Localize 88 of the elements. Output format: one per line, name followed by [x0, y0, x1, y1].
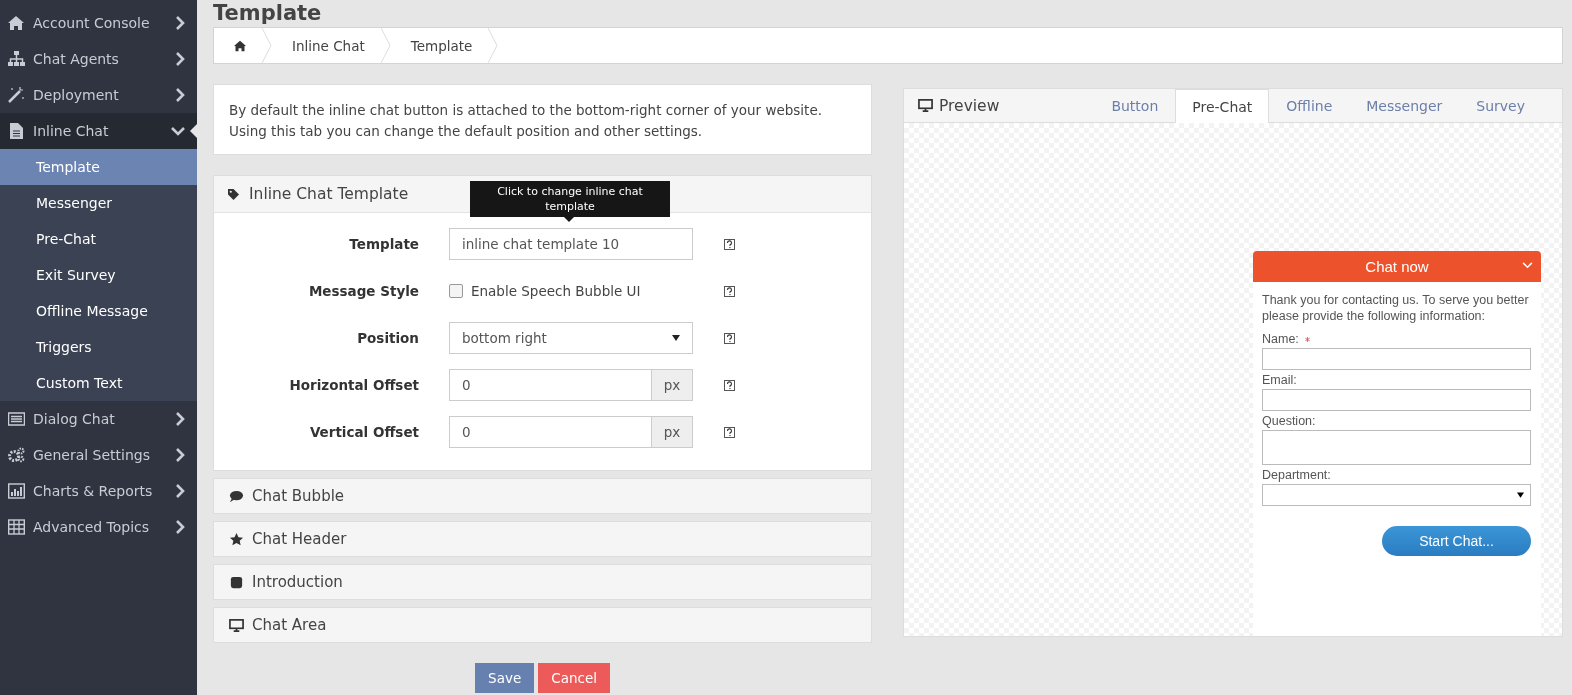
field-label: Name: [1262, 332, 1299, 346]
page-title: Template [213, 0, 323, 26]
preview-tab[interactable]: Messenger [1349, 89, 1460, 122]
table-icon [8, 519, 25, 535]
breadcrumb-link[interactable]: Inline Chat [272, 28, 381, 63]
panel-title: Preview [939, 96, 1000, 115]
sidebar-item[interactable]: Charts & Reports [0, 473, 197, 509]
text-field[interactable] [1262, 389, 1531, 411]
breadcrumb-link[interactable]: Template [390, 28, 489, 63]
field-label: Message Style [307, 283, 419, 299]
preview-tab[interactable]: Pre-Chat [1175, 89, 1270, 123]
panel-title: Inline Chat Template [249, 185, 409, 203]
active-pointer-icon [190, 124, 197, 138]
home-icon [8, 15, 25, 31]
square-icon [229, 574, 244, 590]
help-icon[interactable] [724, 379, 735, 391]
sidebar-item[interactable]: Chat Agents [0, 41, 197, 77]
field-label: Position [356, 330, 419, 346]
question-field[interactable] [1262, 430, 1531, 465]
dropdown-arrow-icon [672, 335, 680, 341]
chevron-right-icon [175, 52, 185, 66]
magic-wand-icon [8, 87, 25, 103]
submenu-item[interactable]: Messenger [0, 185, 197, 221]
submenu-item[interactable]: Custom Text [0, 365, 197, 401]
field-label: Email: [1262, 373, 1297, 387]
description-text: By default the inline chat button is attached to the bottom-right corner of your website. Using this tab you can change the default position and other settings. [213, 84, 872, 155]
start-chat-button[interactable]: Start Chat... [1382, 526, 1531, 556]
chevron-right-icon [175, 520, 185, 534]
document-icon [8, 123, 25, 139]
help-icon[interactable] [724, 285, 735, 297]
field-label: Question: [1262, 414, 1316, 428]
template-field[interactable]: inline chat template 10 [449, 228, 693, 260]
submenu-item[interactable]: Pre-Chat [0, 221, 197, 257]
intro-text: Thank you for contacting us. To serve you better please provide the following information: [1262, 292, 1530, 324]
field-label: Horizontal Offset [288, 377, 419, 393]
help-icon[interactable] [724, 426, 735, 438]
accordion-header[interactable]: Introduction [213, 564, 872, 600]
chevron-right-icon [175, 484, 185, 498]
field-label: Template [348, 236, 419, 252]
bar-chart-icon [8, 483, 25, 499]
sidebar-item[interactable]: Advanced Topics [0, 509, 197, 545]
sidebar-item[interactable]: Deployment [0, 77, 197, 113]
help-icon[interactable] [724, 238, 735, 250]
accordion-header[interactable]: Chat Bubble [213, 478, 872, 514]
list-icon [8, 411, 25, 427]
checkbox[interactable] [449, 284, 463, 298]
monitor-icon [229, 617, 244, 633]
offset-field[interactable]: 0 [449, 369, 651, 401]
speech-bubble-icon [229, 488, 244, 504]
chevron-right-icon [175, 88, 185, 102]
help-icon[interactable] [724, 332, 735, 344]
star-icon [229, 531, 244, 547]
sidebar-item[interactable]: Inline Chat [0, 113, 197, 149]
chat-header[interactable]: Chat now [1253, 251, 1541, 282]
field-label: Department: [1262, 468, 1331, 482]
chevron-right-icon [175, 448, 185, 462]
accordion-header[interactable]: Chat Area [213, 607, 872, 643]
submenu-item[interactable]: Offline Message [0, 293, 197, 329]
chevron-right-icon [175, 412, 185, 426]
tooltip-arrow-icon [564, 217, 574, 222]
sidebar-item[interactable]: Account Console [0, 5, 197, 41]
submenu-item[interactable]: Template [0, 149, 197, 185]
tooltip: Click to change inline chat template [470, 181, 670, 217]
field-label: Vertical Offset [308, 424, 419, 440]
checkbox-label[interactable]: Enable Speech Bubble UI [471, 283, 641, 299]
home-icon [234, 39, 246, 52]
submenu-item[interactable]: Triggers [0, 329, 197, 365]
preview-tab[interactable]: Survey [1459, 89, 1542, 122]
required-asterisk-icon [1304, 337, 1310, 342]
submenu-item[interactable]: Exit Survey [0, 257, 197, 293]
sidebar-item[interactable]: General Settings [0, 437, 197, 473]
tag-icon [228, 188, 239, 200]
preview-tab[interactable]: Button [1094, 89, 1176, 122]
sidebar-item[interactable]: Dialog Chat [0, 401, 197, 437]
text-field[interactable] [1262, 348, 1531, 370]
unit-addon: px [651, 416, 693, 448]
unit-addon: px [651, 369, 693, 401]
sitemap-icon [8, 51, 25, 67]
accordion-header[interactable]: Chat Header [213, 521, 872, 557]
monitor-icon [918, 98, 933, 113]
offset-field[interactable]: 0 [449, 416, 651, 448]
position-dropdown[interactable]: bottom right [449, 322, 693, 354]
chevron-right-icon [175, 16, 185, 30]
chevron-down-icon[interactable] [1522, 262, 1533, 269]
dropdown-arrow-icon [1517, 492, 1524, 498]
save-button[interactable]: Save [475, 663, 535, 693]
preview-tab[interactable]: Offline [1269, 89, 1350, 122]
chevron-down-icon [171, 126, 185, 136]
